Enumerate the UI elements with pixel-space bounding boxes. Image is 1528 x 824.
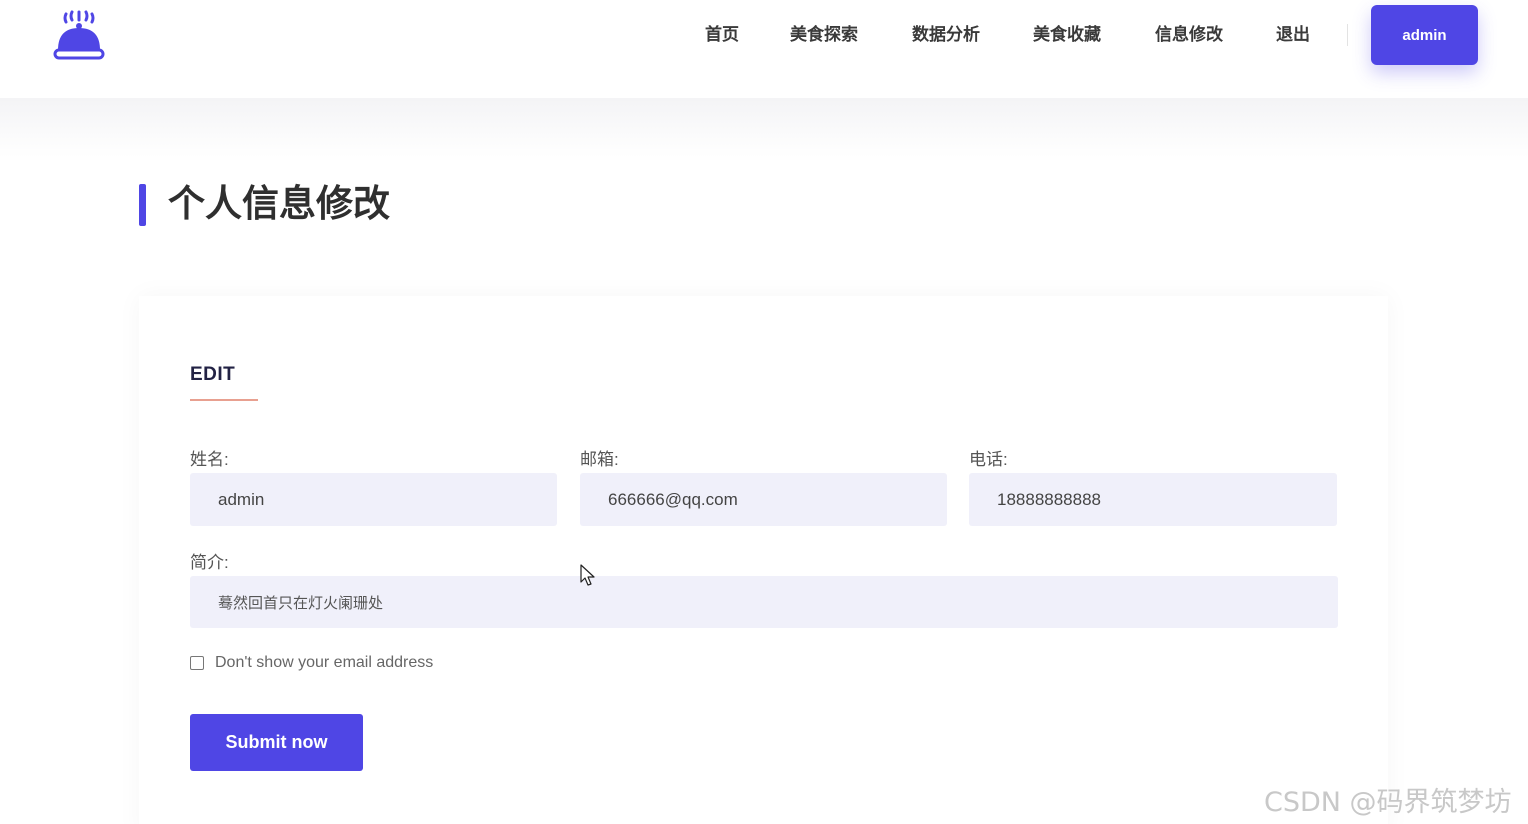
- heading-underline: [190, 399, 258, 401]
- bio-label: 简介:: [190, 553, 229, 572]
- hide-email-label[interactable]: Don't show your email address: [215, 654, 433, 672]
- hide-email-checkbox[interactable]: [190, 656, 204, 670]
- name-input[interactable]: [190, 473, 557, 526]
- nav-item-data-analysis[interactable]: 数据分析: [912, 22, 980, 48]
- top-header: 首页 美食探索 数据分析 美食收藏 信息修改 退出 admin: [0, 0, 1528, 98]
- bio-input[interactable]: [190, 576, 1338, 628]
- nav-item-home[interactable]: 首页: [705, 22, 739, 48]
- email-input[interactable]: [580, 473, 947, 526]
- hide-email-row: Don't show your email address: [190, 652, 433, 674]
- email-label: 邮箱:: [580, 450, 619, 469]
- submit-button[interactable]: Submit now: [190, 714, 363, 771]
- nav-divider: [1347, 24, 1348, 46]
- nav-item-logout[interactable]: 退出: [1276, 22, 1310, 48]
- nav-item-favorites[interactable]: 美食收藏: [1033, 22, 1101, 48]
- mouse-pointer-icon: [580, 564, 595, 586]
- name-label: 姓名:: [190, 450, 229, 469]
- watermark: CSDN @码界筑梦坊: [1264, 787, 1512, 818]
- header-shadow-band: [0, 98, 1528, 158]
- page-title: 个人信息修改: [168, 183, 390, 224]
- main-nav: 首页 美食探索 数据分析 美食收藏 信息修改 退出: [0, 22, 1528, 48]
- nav-item-food-explore[interactable]: 美食探索: [790, 22, 858, 48]
- user-button[interactable]: admin: [1371, 5, 1478, 65]
- nav-item-edit-info[interactable]: 信息修改: [1155, 22, 1223, 48]
- title-accent-bar: [139, 184, 146, 226]
- form-heading: EDIT: [190, 364, 236, 385]
- phone-label: 电话:: [969, 450, 1008, 469]
- phone-input[interactable]: [969, 473, 1337, 526]
